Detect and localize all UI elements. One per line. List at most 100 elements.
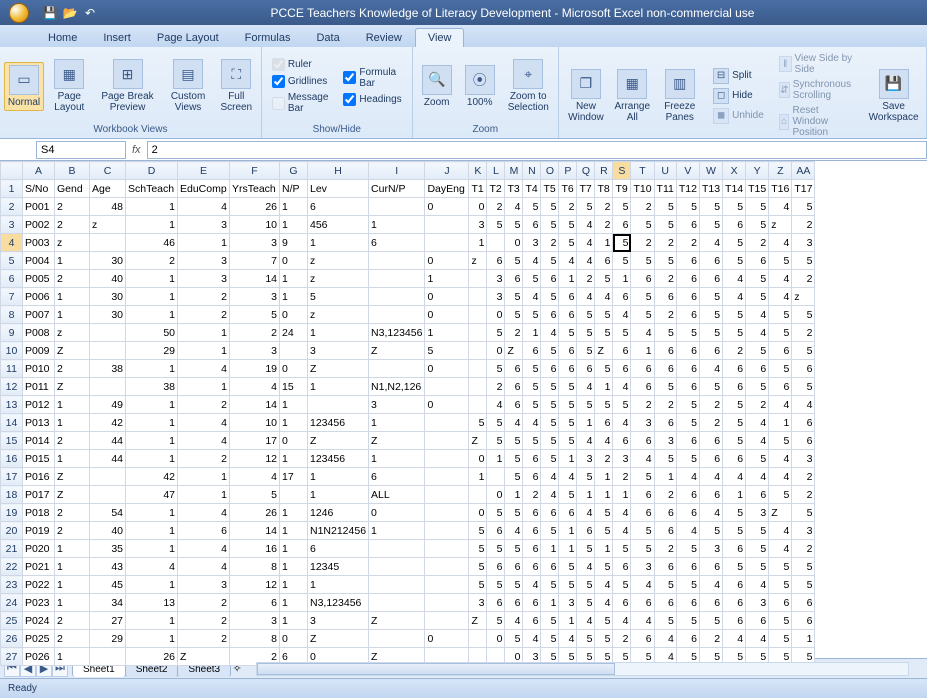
cell[interactable]: 2 [654,270,676,288]
row-header[interactable]: 20 [1,522,23,540]
cell[interactable]: P005 [23,270,55,288]
side-by-side-button[interactable]: ‖View Side by Side [779,53,856,75]
cell[interactable]: P013 [23,414,55,432]
cell[interactable]: ALL [369,486,425,504]
cell[interactable]: 4 [676,468,699,486]
cell[interactable]: 1 [280,198,308,216]
ruler-checkbox[interactable]: Ruler [272,58,329,71]
cell[interactable]: 123456 [308,414,369,432]
cell[interactable]: 6 [699,432,722,450]
cell[interactable]: 5 [699,198,722,216]
cell[interactable]: 6 [723,360,746,378]
cell[interactable]: 0 [280,252,308,270]
cell[interactable]: 5 [577,306,595,324]
cell[interactable]: 2 [178,630,230,648]
cell[interactable]: 5 [541,342,559,360]
cell[interactable]: 5 [676,324,699,342]
cell[interactable]: 0 [469,198,487,216]
cell[interactable]: 4 [523,414,541,432]
header-cell[interactable]: T6 [559,180,577,198]
cell[interactable]: 6 [699,486,722,504]
row-header[interactable]: 19 [1,504,23,522]
cell[interactable]: 5 [595,306,613,324]
cell[interactable]: Z [178,648,230,666]
cell[interactable]: 2 [178,594,230,612]
cell[interactable]: Z [55,378,90,396]
cell[interactable]: Z [369,612,425,630]
cell[interactable]: 4 [577,252,595,270]
cell[interactable]: 5 [631,252,654,270]
cell[interactable]: 6 [523,450,541,468]
cell[interactable]: 5 [723,324,746,342]
cell[interactable]: 5 [769,486,792,504]
cell[interactable]: 4 [699,504,722,522]
tab-page-layout[interactable]: Page Layout [144,28,232,47]
cell[interactable]: 5 [469,414,487,432]
cell[interactable]: 5 [523,432,541,450]
cell[interactable]: 5 [631,306,654,324]
cell[interactable]: 1 [280,450,308,468]
cell[interactable] [469,342,487,360]
cell[interactable]: 5 [505,576,523,594]
header-cell[interactable]: T14 [723,180,746,198]
row-header[interactable]: 8 [1,306,23,324]
cell[interactable] [425,504,469,522]
cell[interactable]: 48 [90,198,126,216]
cell[interactable]: 5 [523,396,541,414]
cell[interactable]: 2 [699,414,722,432]
cell[interactable]: 5 [505,468,523,486]
header-cell[interactable]: T1 [469,180,487,198]
cell[interactable] [90,342,126,360]
cell[interactable]: 6 [577,360,595,378]
cell[interactable]: 4 [577,612,595,630]
cell[interactable]: 5 [541,378,559,396]
cell[interactable]: 4 [178,558,230,576]
cell[interactable]: 1 [126,414,178,432]
row-header[interactable]: 23 [1,576,23,594]
cell[interactable]: 2 [654,234,676,252]
cell[interactable]: 6 [699,270,722,288]
headings-checkbox[interactable]: Headings [343,93,401,106]
cell[interactable]: 6 [230,594,280,612]
cell[interactable]: 5 [613,396,631,414]
header-cell[interactable]: Lev [308,180,369,198]
cell[interactable]: 4 [577,234,595,252]
cell[interactable]: 5 [676,198,699,216]
cell[interactable]: 6 [631,432,654,450]
tab-view[interactable]: View [415,28,465,47]
cell[interactable]: 4 [541,468,559,486]
cell[interactable] [469,378,487,396]
cell[interactable]: 2 [559,198,577,216]
cell[interactable]: z [308,252,369,270]
cell[interactable]: 4 [523,576,541,594]
cell[interactable]: 5 [723,306,746,324]
cell[interactable]: 6 [654,504,676,522]
cell[interactable]: 5 [559,432,577,450]
cell[interactable]: 5 [676,396,699,414]
cell[interactable] [369,540,425,558]
cell[interactable]: 0 [425,252,469,270]
cell[interactable]: 2 [541,234,559,252]
cell[interactable] [90,234,126,252]
cell[interactable]: 7 [230,252,280,270]
cell[interactable]: 1 [178,342,230,360]
cell[interactable]: 5 [469,576,487,594]
cell[interactable]: P016 [23,468,55,486]
cell[interactable]: 5 [425,342,469,360]
cell[interactable]: Z [55,342,90,360]
cell[interactable]: 6 [559,288,577,306]
cell[interactable]: 4 [676,522,699,540]
cell[interactable]: 5 [613,576,631,594]
cell[interactable]: 6 [631,630,654,648]
cell[interactable]: 6 [631,270,654,288]
cell[interactable]: 6 [559,360,577,378]
cell[interactable]: 6 [676,504,699,522]
cell[interactable]: P015 [23,450,55,468]
cell[interactable]: 6 [541,558,559,576]
cell[interactable]: 1 [577,486,595,504]
formula-input[interactable] [147,141,927,159]
cell[interactable]: 5 [487,540,505,558]
header-cell[interactable]: T13 [699,180,722,198]
cell[interactable]: Z [308,630,369,648]
cell[interactable]: 4 [178,540,230,558]
